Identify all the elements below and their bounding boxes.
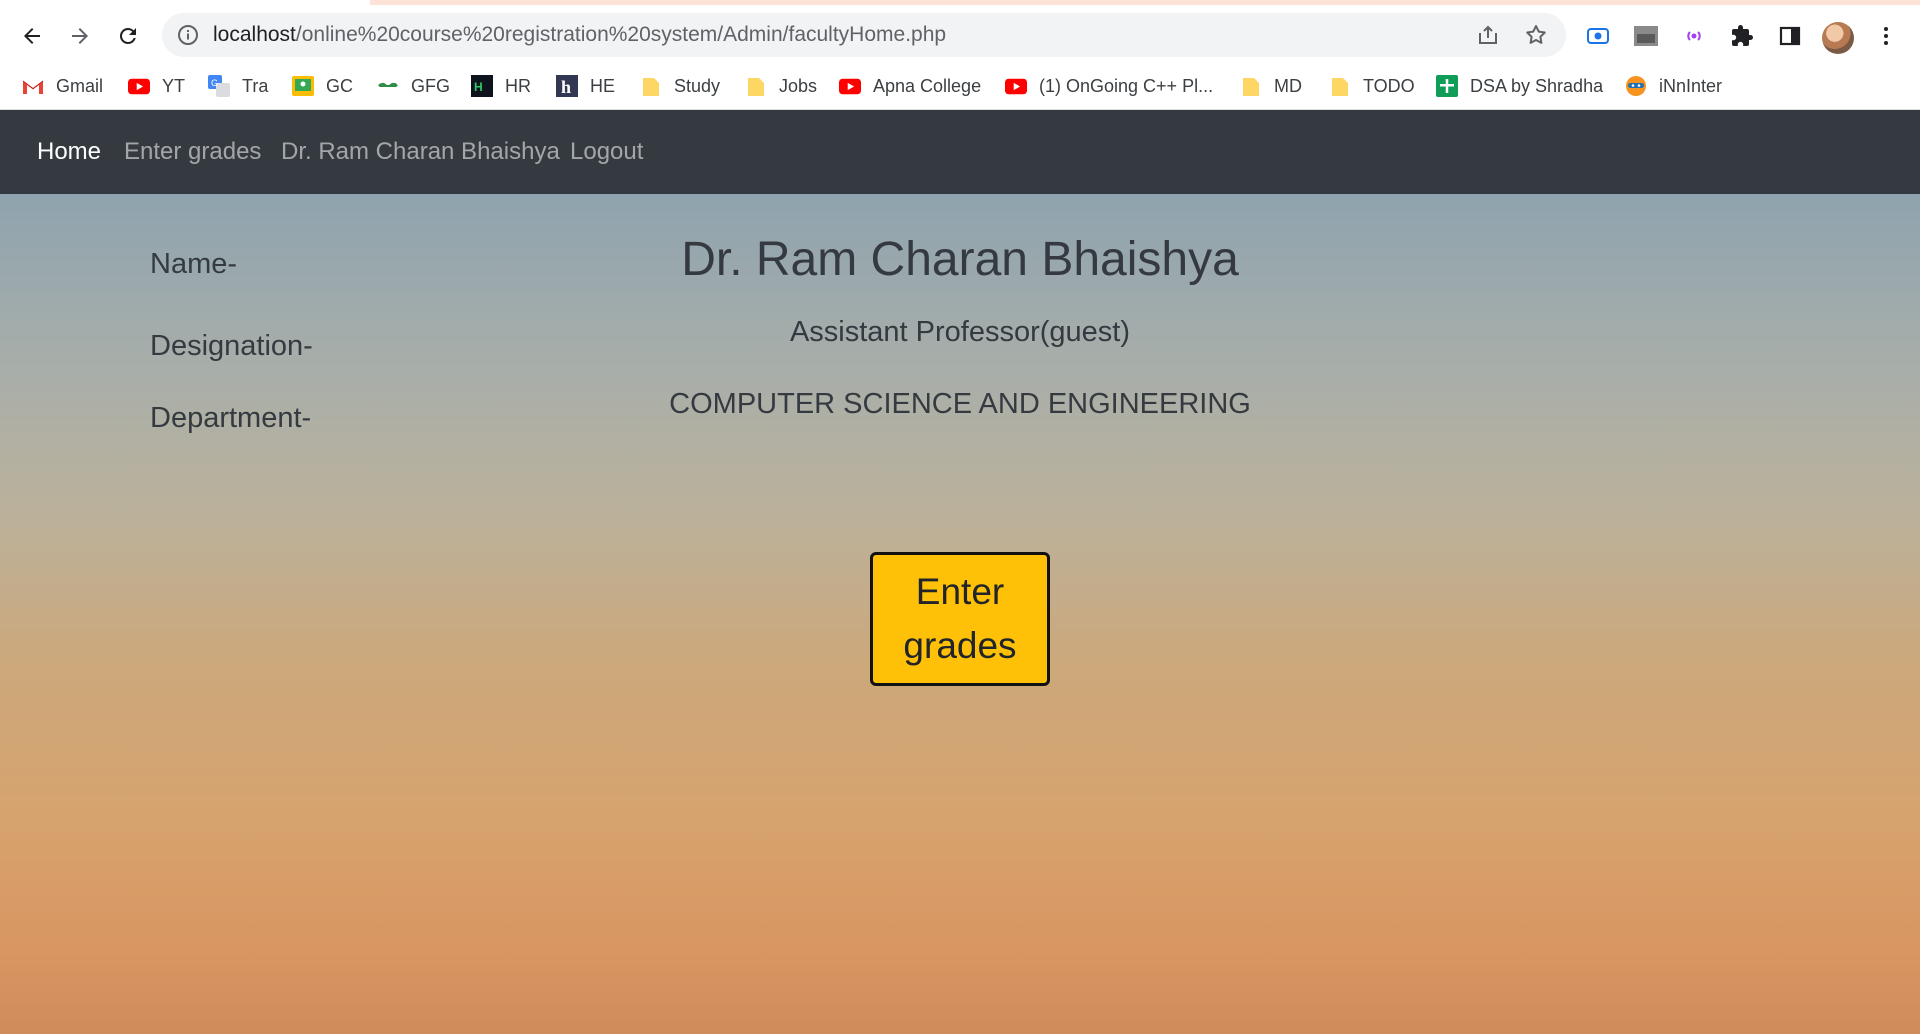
nav-home[interactable]: Home — [37, 110, 101, 194]
browser-toolbar: localhost/online%20course%20registration… — [0, 5, 1920, 63]
arrow-right-icon — [72, 28, 88, 44]
bookmark-gfg[interactable]: GFG — [377, 63, 450, 109]
bookmark-label: Gmail — [56, 75, 104, 96]
svg-text:H: H — [474, 80, 483, 94]
youtube-icon — [128, 75, 150, 97]
side-panel-icon[interactable] — [1776, 22, 1804, 50]
share-icon[interactable] — [1476, 23, 1500, 47]
svg-text:G: G — [211, 78, 218, 88]
bookmark-ininter[interactable]: iNnInter — [1625, 63, 1722, 109]
bookmark-label: Apna College — [873, 75, 982, 96]
nav-logout[interactable]: Logout — [570, 110, 643, 194]
bookmark-yt[interactable]: YT — [128, 63, 185, 109]
youtube-icon — [839, 75, 861, 97]
extension-thumbnail-icon[interactable] — [1632, 22, 1660, 50]
bookmark-label: MD — [1274, 75, 1302, 96]
gmail-icon — [22, 75, 44, 97]
more-menu-icon[interactable] — [1872, 22, 1900, 50]
broadcast-extension-icon[interactable] — [1680, 22, 1708, 50]
bookmark-label: GC — [326, 75, 353, 96]
enter-grades-button-line2: grades — [903, 625, 1017, 666]
star-icon[interactable] — [1524, 23, 1548, 47]
ninja-icon — [1625, 75, 1647, 97]
bookmark-label: DSA by Shradha — [1470, 75, 1604, 96]
folder-icon — [640, 75, 662, 97]
bookmark-todo[interactable]: TODO — [1329, 63, 1415, 109]
bookmark-apna-college[interactable]: Apna College — [839, 63, 981, 109]
bookmark-label: Jobs — [779, 75, 818, 96]
faculty-department: COMPUTER SCIENCE AND ENGINEERING — [669, 388, 1251, 420]
gfg-icon — [377, 75, 399, 97]
bookmark-ongoing-cpp[interactable]: (1) OnGoing C++ Pl... — [1005, 63, 1213, 109]
faculty-name: Dr. Ram Charan Bhaishya — [681, 233, 1239, 286]
top-navbar: Home Enter grades Dr. Ram Charan Bhaishy… — [0, 110, 1920, 194]
bookmark-md[interactable]: MD — [1240, 63, 1302, 109]
faculty-profile-section: Name- Dr. Ram Charan Bhaishya Designatio… — [0, 194, 1920, 1034]
svg-text:h: h — [561, 77, 571, 97]
address-bar[interactable]: localhost/online%20course%20registration… — [162, 13, 1566, 57]
bookmark-label: Study — [674, 75, 721, 96]
url-host: localhost — [213, 23, 296, 46]
enter-grades-button[interactable]: Enter grades — [870, 552, 1050, 686]
reload-button[interactable] — [110, 18, 146, 54]
bookmark-label: GFG — [411, 75, 450, 96]
profile-avatar[interactable] — [1822, 22, 1854, 54]
folder-icon — [745, 75, 767, 97]
url-path: /online%20course%20registration%20system… — [295, 23, 947, 46]
forward-button[interactable] — [62, 18, 98, 54]
page-viewport: Home Enter grades Dr. Ram Charan Bhaishy… — [0, 110, 1920, 1034]
bookmark-label: iNnInter — [1659, 75, 1723, 96]
bookmark-study[interactable]: Study — [640, 63, 720, 109]
youtube-icon — [1005, 75, 1027, 97]
info-icon[interactable] — [176, 23, 200, 47]
bookmark-dsa-by-shradha[interactable]: DSA by Shradha — [1436, 63, 1603, 109]
screen-record-extension-icon[interactable] — [1584, 22, 1612, 50]
classroom-icon — [292, 75, 314, 97]
folder-icon — [1329, 75, 1351, 97]
reload-icon — [119, 27, 136, 44]
arrow-left-icon — [24, 28, 40, 44]
bookmark-gc[interactable]: GC — [292, 63, 353, 109]
bookmark-label: HE — [590, 75, 616, 96]
puzzle-icon[interactable] — [1728, 22, 1756, 50]
bookmark-label: Tra — [242, 75, 269, 96]
bookmark-he[interactable]: h HE — [556, 63, 615, 109]
sheets-icon — [1436, 75, 1458, 97]
hackerrank-icon: H — [471, 75, 493, 97]
bookmarks-bar: Gmail YT G Tra GC GFG H HR h HE Study Jo… — [0, 63, 1920, 110]
nav-faculty-name[interactable]: Dr. Ram Charan Bhaishya — [281, 110, 560, 194]
bookmark-gmail[interactable]: Gmail — [22, 63, 103, 109]
faculty-designation: Assistant Professor(guest) — [789, 316, 1131, 348]
bookmark-label: (1) OnGoing C++ Pl... — [1039, 75, 1214, 96]
back-button[interactable] — [14, 18, 50, 54]
bookmark-tra[interactable]: G Tra — [208, 63, 268, 109]
translate-icon: G — [208, 75, 230, 97]
url-text[interactable]: localhost/online%20course%20registration… — [213, 13, 946, 57]
bookmark-label: YT — [162, 75, 186, 96]
bookmark-label: TODO — [1363, 75, 1415, 96]
folder-icon — [1240, 75, 1262, 97]
nav-enter-grades[interactable]: Enter grades — [124, 110, 261, 194]
bookmark-jobs[interactable]: Jobs — [745, 63, 817, 109]
enter-grades-button-line1: Enter — [915, 571, 1005, 612]
hackerearth-icon: h — [556, 75, 578, 97]
bookmark-hr[interactable]: H HR — [471, 63, 531, 109]
bookmark-label: HR — [505, 75, 531, 96]
